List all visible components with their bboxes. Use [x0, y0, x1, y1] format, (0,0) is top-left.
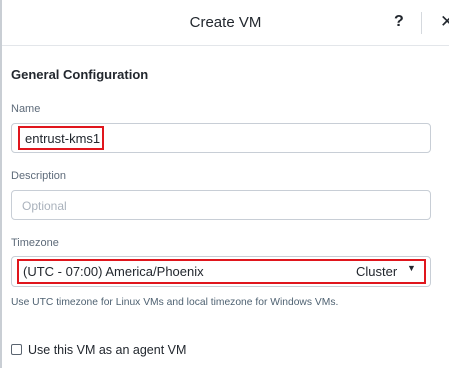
section-title-general-configuration: General Configuration [11, 67, 149, 82]
header-divider [421, 12, 422, 34]
timezone-select[interactable]: (UTC - 07:00) America/Phoenix Cluster ▼ [11, 256, 431, 287]
name-label: Name [11, 103, 41, 115]
dialog-title: Create VM [189, 14, 262, 31]
name-input[interactable]: entrust-kms1 [11, 123, 431, 153]
timezone-highlight-box [17, 259, 426, 284]
name-highlight-box [18, 126, 104, 150]
close-icon[interactable]: ✕ [440, 12, 449, 32]
description-input[interactable]: Optional [11, 190, 431, 220]
create-vm-dialog: Create VM ? ✕ General Configuration Name… [0, 0, 449, 368]
timezone-help-text: Use UTC timezone for Linux VMs and local… [11, 297, 339, 308]
timezone-label: Timezone [11, 237, 59, 249]
description-label: Description [11, 170, 67, 182]
description-placeholder: Optional [22, 199, 67, 213]
agent-vm-checkbox[interactable] [11, 344, 22, 355]
dialog-left-border [0, 0, 2, 368]
help-icon[interactable]: ? [394, 13, 404, 31]
agent-vm-checkbox-label[interactable]: Use this VM as an agent VM [28, 343, 186, 357]
dialog-header: Create VM ? ✕ [2, 0, 449, 46]
